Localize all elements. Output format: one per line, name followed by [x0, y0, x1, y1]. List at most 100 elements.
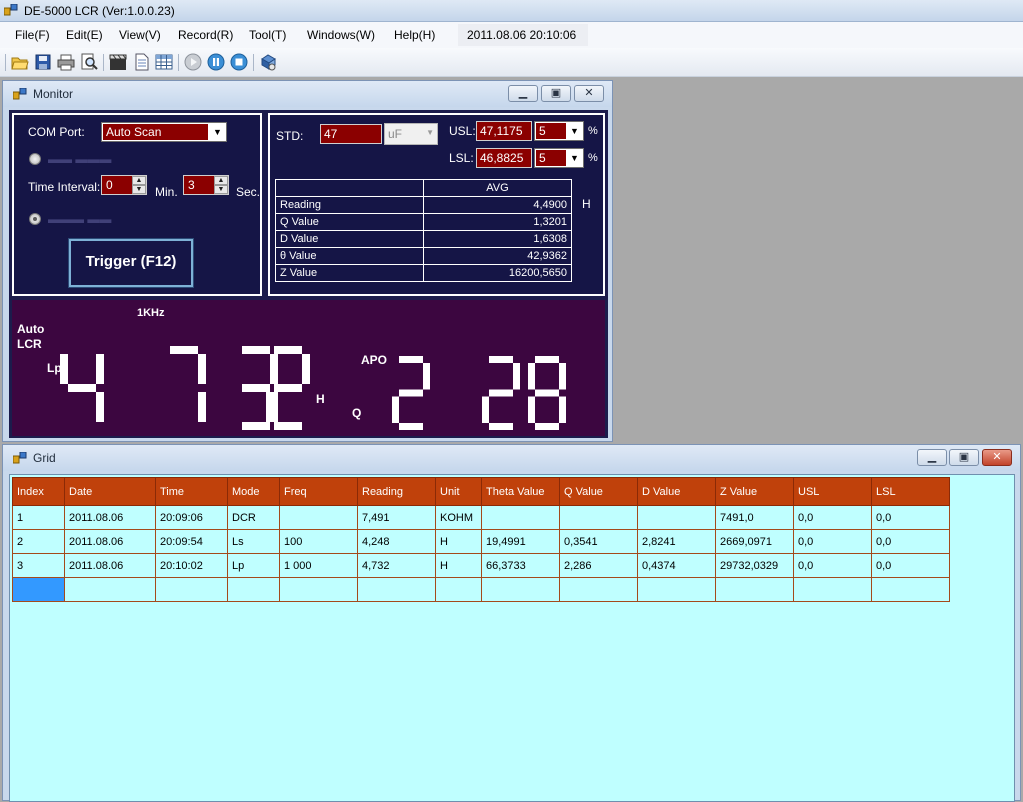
column-header[interactable]: Time — [155, 477, 228, 506]
print-icon[interactable] — [57, 53, 75, 71]
column-header[interactable]: Unit — [435, 477, 482, 506]
column-header[interactable]: Freq — [279, 477, 358, 506]
table-cell[interactable]: 0,0 — [871, 529, 950, 554]
stop-icon[interactable] — [230, 53, 248, 71]
table-cell[interactable] — [155, 577, 228, 602]
print-preview-icon[interactable] — [80, 53, 98, 71]
clapperboard-icon[interactable] — [109, 53, 127, 71]
table-cell[interactable] — [481, 577, 560, 602]
table-cell[interactable] — [871, 577, 950, 602]
table-cell[interactable] — [12, 577, 65, 602]
column-header[interactable]: USL — [793, 477, 872, 506]
menu-view[interactable]: View(V) — [119, 28, 161, 42]
save-icon[interactable] — [34, 53, 52, 71]
table-cell[interactable] — [227, 577, 280, 602]
pause-icon[interactable] — [207, 53, 225, 71]
menu-file[interactable]: File(F) — [15, 28, 50, 42]
document-icon[interactable] — [133, 53, 151, 71]
table-cell[interactable]: 19,4991 — [481, 529, 560, 554]
table-cell[interactable]: 0,0 — [793, 505, 872, 530]
table-cell[interactable] — [793, 577, 872, 602]
down-arrow-icon[interactable]: ▼ — [132, 185, 146, 194]
table-cell[interactable]: 2011.08.06 — [64, 529, 156, 554]
radio-option-2[interactable] — [29, 213, 41, 225]
minimize-button[interactable]: ▁ — [917, 449, 947, 466]
open-folder-icon[interactable] — [11, 53, 29, 71]
column-header[interactable]: LSL — [871, 477, 950, 506]
close-button[interactable]: ✕ — [982, 449, 1012, 466]
play-icon[interactable] — [184, 53, 202, 71]
table-cell[interactable]: 2,8241 — [637, 529, 716, 554]
monitor-titlebar[interactable]: Monitor ▁ ▣ ✕ — [3, 81, 612, 107]
trigger-button[interactable]: Trigger (F12) — [68, 238, 194, 288]
table-cell[interactable]: 0,3541 — [559, 529, 638, 554]
up-arrow-icon[interactable]: ▲ — [214, 176, 228, 185]
table-cell[interactable] — [637, 577, 716, 602]
menu-edit[interactable]: Edit(E) — [66, 28, 103, 42]
minutes-stepper[interactable]: 0 ▲ ▼ — [101, 175, 147, 195]
table-cell[interactable]: 2,286 — [559, 553, 638, 578]
table-cell[interactable]: 2669,0971 — [715, 529, 794, 554]
table-cell[interactable]: 1 — [12, 505, 65, 530]
table-cell[interactable]: 66,3733 — [481, 553, 560, 578]
std-unit-select[interactable]: uF ▼ — [384, 123, 438, 145]
table-cell[interactable]: 3 — [12, 553, 65, 578]
column-header[interactable]: Reading — [357, 477, 436, 506]
menu-help[interactable]: Help(H) — [394, 28, 435, 42]
table-cell[interactable]: Ls — [227, 529, 280, 554]
minimize-button[interactable]: ▁ — [508, 85, 538, 102]
table-cell[interactable]: 7491,0 — [715, 505, 794, 530]
table-cell[interactable]: 29732,0329 — [715, 553, 794, 578]
restore-button[interactable]: ▣ — [949, 449, 979, 466]
column-header[interactable]: Mode — [227, 477, 280, 506]
grid-titlebar[interactable]: Grid ▁ ▣ ✕ — [3, 445, 1020, 471]
column-header[interactable]: Index — [12, 477, 65, 506]
table-cell[interactable] — [637, 505, 716, 530]
table-cell[interactable]: 0,0 — [871, 505, 950, 530]
com-port-select[interactable]: Auto Scan ▼ — [101, 122, 227, 142]
table-icon[interactable] — [155, 53, 173, 71]
table-cell[interactable] — [481, 505, 560, 530]
table-cell[interactable] — [279, 505, 358, 530]
table-cell[interactable]: 4,248 — [357, 529, 436, 554]
table-cell[interactable]: 0,4374 — [637, 553, 716, 578]
table-cell[interactable]: 0,0 — [793, 553, 872, 578]
table-cell[interactable]: KOHM — [435, 505, 482, 530]
connect-icon[interactable] — [259, 53, 277, 71]
table-cell[interactable] — [559, 577, 638, 602]
table-row[interactable]: 3 2011.08.06 20:10:02 Lp 1 000 4,732 H 66,3733 2… — [12, 553, 950, 578]
table-cell[interactable]: 20:09:54 — [155, 529, 228, 554]
table-cell[interactable]: 7,491 — [357, 505, 436, 530]
table-cell[interactable] — [64, 577, 156, 602]
table-cell[interactable]: Lp — [227, 553, 280, 578]
table-cell[interactable]: 0,0 — [871, 553, 950, 578]
table-cell[interactable]: 4,732 — [357, 553, 436, 578]
table-cell[interactable]: 2 — [12, 529, 65, 554]
table-row[interactable]: 2 2011.08.06 20:09:54 Ls 100 4,248 H 19,4991 0,3… — [12, 529, 950, 554]
table-cell[interactable]: H — [435, 529, 482, 554]
lsl-input[interactable]: 46,8825 — [476, 148, 532, 168]
up-arrow-icon[interactable]: ▲ — [132, 176, 146, 185]
table-cell[interactable]: 100 — [279, 529, 358, 554]
column-header[interactable]: Q Value — [559, 477, 638, 506]
radio-option-1[interactable] — [29, 153, 41, 165]
column-header[interactable]: Date — [64, 477, 156, 506]
table-row[interactable]: 1 2011.08.06 20:09:06 DCR 7,491 KOHM 7491,0 0,0… — [12, 505, 950, 530]
menu-record[interactable]: Record(R) — [178, 28, 233, 42]
std-input[interactable]: 47 — [320, 124, 382, 144]
table-cell[interactable]: 2011.08.06 — [64, 505, 156, 530]
table-cell[interactable]: H — [435, 553, 482, 578]
column-header[interactable]: D Value — [637, 477, 716, 506]
table-cell[interactable]: 0,0 — [793, 529, 872, 554]
table-cell[interactable]: 20:10:02 — [155, 553, 228, 578]
close-button[interactable]: ✕ — [574, 85, 604, 102]
table-cell[interactable]: 20:09:06 — [155, 505, 228, 530]
column-header[interactable]: Z Value — [715, 477, 794, 506]
table-cell[interactable] — [357, 577, 436, 602]
table-cell[interactable]: DCR — [227, 505, 280, 530]
table-cell[interactable]: 1 000 — [279, 553, 358, 578]
table-cell[interactable] — [435, 577, 482, 602]
column-header[interactable]: Theta Value — [481, 477, 560, 506]
seconds-stepper[interactable]: 3 ▲ ▼ — [183, 175, 229, 195]
new-row[interactable] — [12, 577, 950, 602]
